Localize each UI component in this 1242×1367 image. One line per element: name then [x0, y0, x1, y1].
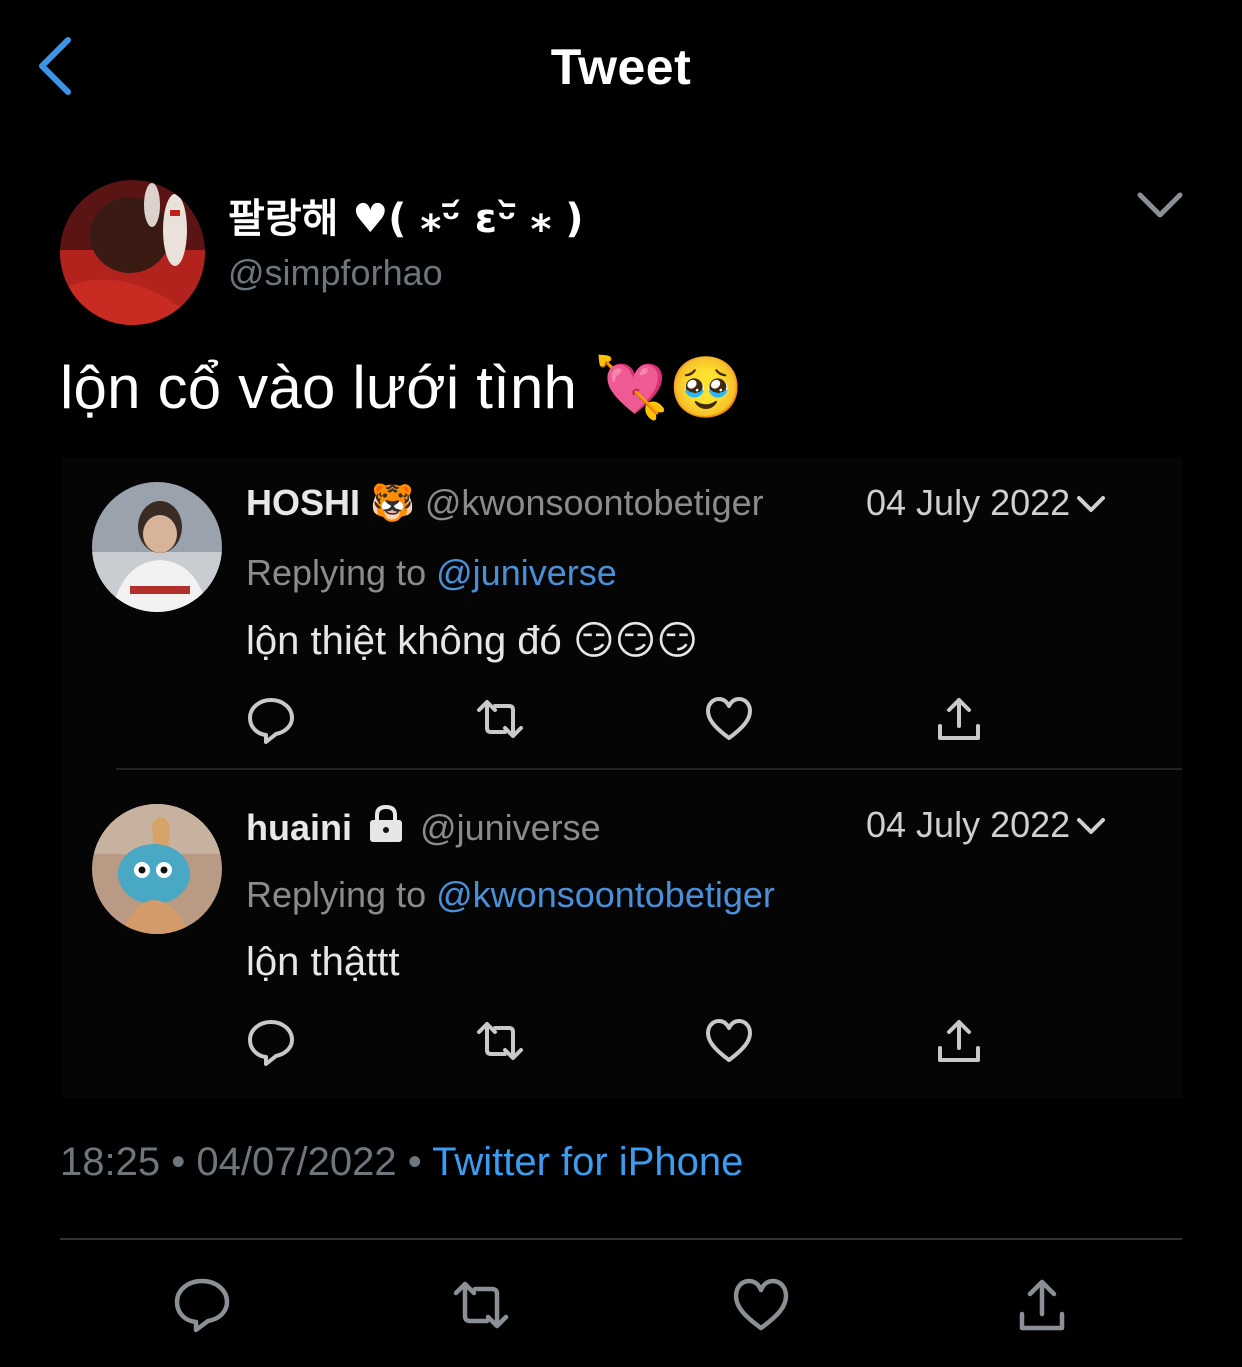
lock-icon — [366, 804, 406, 844]
reply-name: HOSHI — [246, 482, 361, 523]
chevron-down-icon — [1076, 816, 1106, 838]
reply-divider — [116, 768, 1182, 770]
page-title: Tweet — [550, 39, 692, 95]
retweet-icon — [453, 1281, 509, 1329]
reply-icon — [246, 1016, 296, 1066]
like-icon — [733, 1278, 789, 1331]
reply-actions — [246, 1016, 1006, 1066]
replying-to-line: Replying to @kwonsoontobetiger — [246, 874, 775, 916]
tweet-source-link[interactable]: Twitter for iPhone — [432, 1140, 743, 1184]
tweet-text: lộn cổ vào lưới tình 💘🥹 — [60, 352, 744, 423]
reply-name: huaini — [246, 807, 352, 848]
tweet-timestamp: 18:25 • 04/07/2022 • Twitter for iPhone — [60, 1140, 743, 1185]
tweet-text-content: lộn cổ vào lưới tình — [60, 354, 578, 421]
reply-avatar — [92, 482, 222, 612]
reply-handle: @kwonsoontobetiger — [424, 482, 764, 523]
reply-date: 04 July 2022 — [866, 804, 1106, 846]
reply-icon — [246, 694, 296, 744]
like-icon — [704, 1016, 754, 1066]
tiger-badge: 🐯 — [370, 482, 415, 523]
chevron-down-icon — [1137, 192, 1183, 218]
replying-mention: @kwonsoontobetiger — [436, 874, 775, 915]
reply-text-content: lộn thậttt — [246, 940, 400, 984]
retweet-button[interactable] — [451, 1276, 511, 1334]
separator-dot: • — [171, 1140, 186, 1184]
retweet-icon — [475, 1016, 525, 1066]
replying-mention: @juniverse — [436, 552, 617, 593]
reply-emojis: 😏😏😏 — [572, 619, 699, 663]
replying-to-line: Replying to @juniverse — [246, 552, 617, 594]
share-icon — [934, 694, 984, 744]
tweet-menu-button[interactable] — [1132, 185, 1188, 225]
reply-date-text: 04 July 2022 — [866, 804, 1071, 845]
reply-date: 04 July 2022 — [866, 482, 1106, 524]
reply-date-text: 04 July 2022 — [866, 482, 1071, 523]
chevron-down-icon — [1076, 494, 1106, 516]
tweet-emojis: 💘🥹 — [593, 353, 744, 423]
retweet-icon — [475, 694, 525, 744]
replying-label: Replying to — [246, 552, 427, 593]
replying-label: Replying to — [246, 874, 427, 915]
reply-actions — [246, 694, 1006, 744]
reply-text: lộn thiệt không đó 😏😏😏 — [246, 618, 698, 664]
share-button[interactable] — [1012, 1276, 1072, 1334]
author-handle[interactable]: @simpforhao — [228, 252, 443, 294]
like-button[interactable] — [731, 1276, 791, 1334]
author-avatar[interactable] — [60, 180, 205, 325]
reply-text-content: lộn thiệt không đó — [246, 619, 562, 663]
reply-header: huaini @juniverse — [246, 804, 601, 849]
reply-button[interactable] — [172, 1276, 232, 1334]
separator-dot: • — [407, 1140, 422, 1184]
actions-divider — [60, 1238, 1182, 1240]
tweet-detail-page: Tweet 팔랑해 ♥( ⁎ᵕ᷄ ɛᵕ᷅ ⁎ ) @simpforhao lộn… — [0, 0, 1242, 1367]
attached-image[interactable]: HOSHI 🐯 @kwonsoontobetiger 04 July 2022 … — [62, 458, 1182, 1098]
reply-handle: @juniverse — [420, 807, 601, 848]
reply-avatar — [92, 804, 222, 934]
share-icon — [1019, 1279, 1065, 1331]
reply-icon — [174, 1278, 230, 1333]
tweet-time: 18:25 — [60, 1140, 161, 1184]
share-icon — [934, 1016, 984, 1066]
reply-text: lộn thậttt — [246, 940, 399, 985]
reply-header: HOSHI 🐯 @kwonsoontobetiger — [246, 482, 764, 524]
like-icon — [704, 694, 754, 744]
author-display-name[interactable]: 팔랑해 ♥( ⁎ᵕ᷄ ɛᵕ᷅ ⁎ ) — [228, 186, 584, 244]
tweet-date: 04/07/2022 — [196, 1140, 397, 1184]
